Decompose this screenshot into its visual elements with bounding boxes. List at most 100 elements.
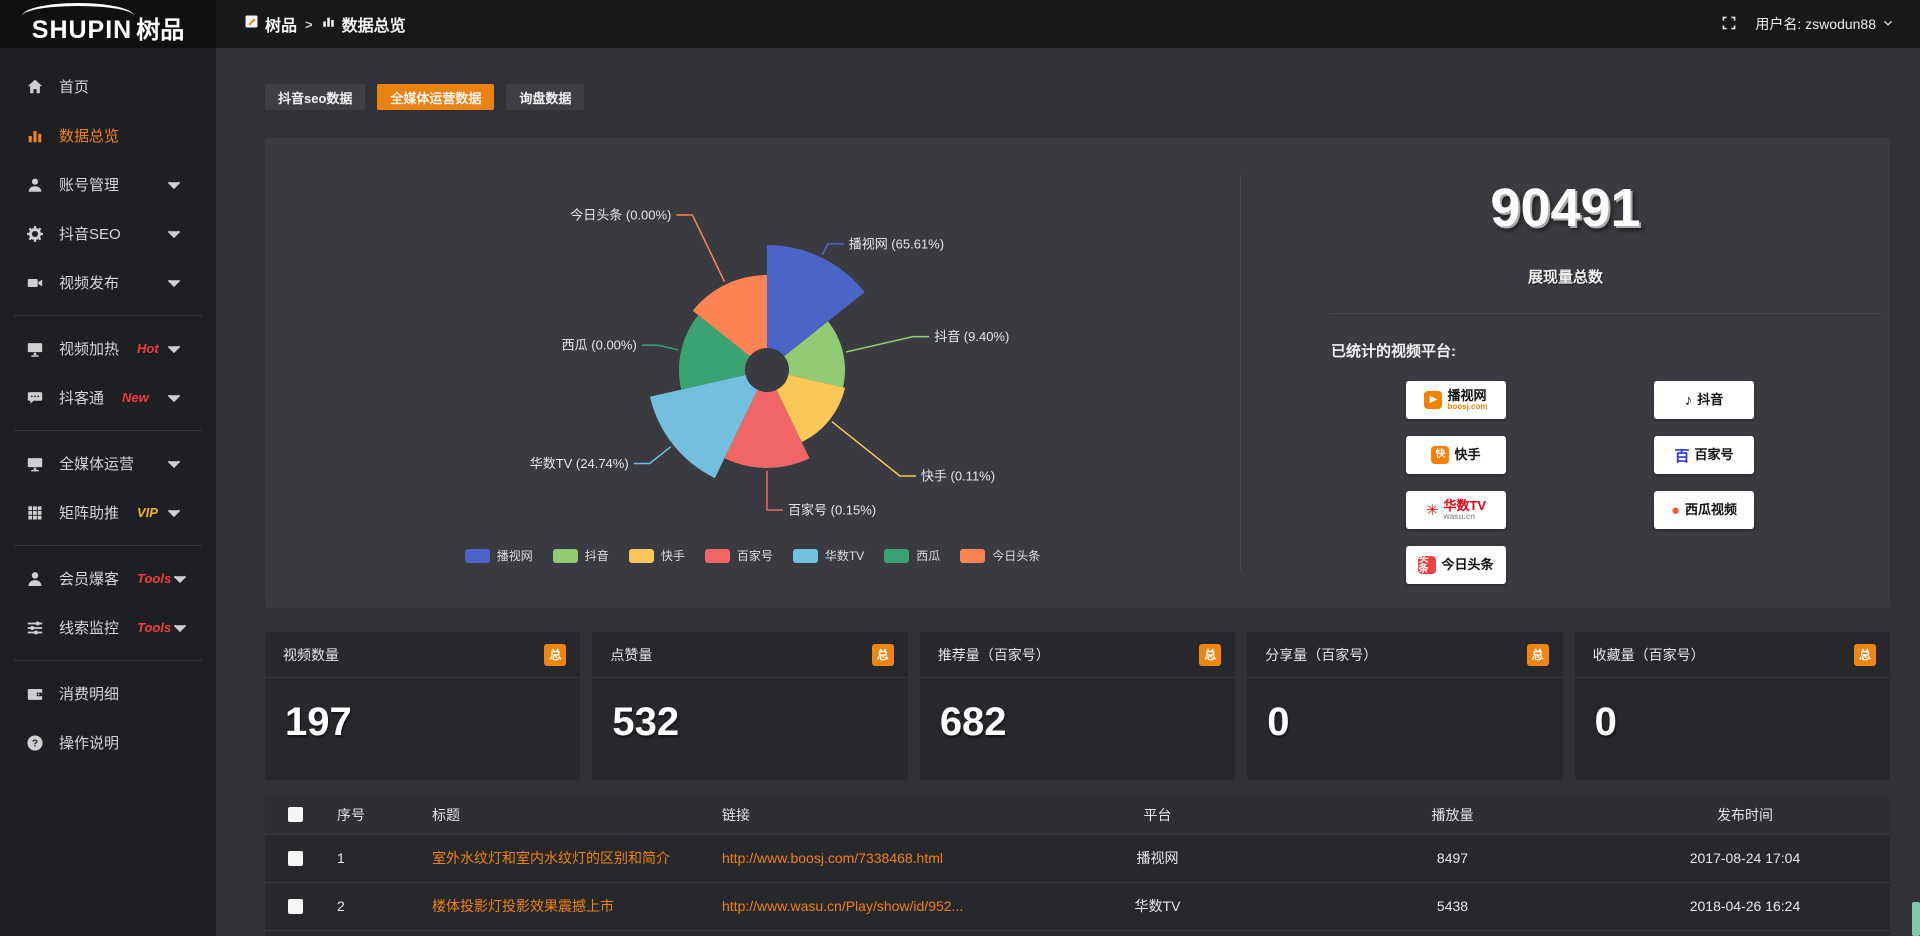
sidebar-item-badge: VIP [137,505,158,520]
username-label: 用户名: zswodun88 [1755,14,1876,34]
sidebar-item-label: 抖音SEO [59,223,121,244]
sidebar-item-badge: Hot [137,341,159,356]
legend-item[interactable]: 快手 [629,547,685,564]
sidebar-item-label: 视频发布 [59,272,119,293]
select-all-checkbox[interactable] [288,807,303,822]
sidebar-divider [14,545,202,546]
bar-chart-icon [26,127,44,145]
platform-text: 快手 [1454,448,1480,462]
legend-item[interactable]: 今日头条 [960,547,1040,564]
fullscreen-icon[interactable] [1721,15,1737,34]
pie-label: 今日头条 (0.00%) [570,208,671,223]
legend-item[interactable]: 百家号 [705,547,773,564]
sidebar-item-user[interactable]: 账号管理 [0,160,216,209]
breadcrumb-page-label: 数据总览 [342,12,406,36]
legend-swatch [465,549,490,563]
legend-item[interactable]: 播视网 [465,547,533,564]
legend-label: 百家号 [737,547,773,564]
sidebar-item-grid[interactable]: 矩阵助推VIP [0,488,216,537]
platform-name: 抖音 [1697,393,1723,407]
stat-card-badge[interactable]: 总 [1199,644,1221,666]
screen-play-icon [26,340,44,358]
pie-label: 播视网 (65.61%) [849,236,944,251]
chevron-down-icon [171,570,189,588]
row-checkbox[interactable] [288,851,303,866]
legend-label: 快手 [661,547,685,564]
row-checkbox[interactable] [288,899,303,914]
stat-card-value: 0 [1247,678,1562,745]
legend-item[interactable]: 抖音 [553,547,609,564]
row-index [325,930,420,936]
chevron-down-icon [165,225,183,243]
sidebar: SHUPIN 树品 首页数据总览账号管理抖音SEO 视频发布视频加热 Hot 抖客通N… [0,0,216,936]
legend-item[interactable]: 华数TV [793,547,864,564]
pie-label-line [832,422,916,476]
sidebar-item-badge: New [122,390,149,405]
summary-divider [1329,313,1882,314]
platform-text: 今日头条 [1441,558,1493,572]
sidebar-item-question[interactable]: ?操作说明 [0,718,216,767]
sidebar-item-home[interactable]: 首页 [0,62,216,111]
sidebar-item-screen[interactable]: 视频加热 Hot [0,324,216,373]
sidebar-item-chart[interactable]: 数据总览 [0,111,216,160]
breadcrumb-page[interactable]: 数据总览 [321,12,406,36]
sidebar-item-user2[interactable]: 会员爆客Tools [0,554,216,603]
sidebar-item-sliders[interactable]: 线索监控Tools [0,603,216,652]
row-index: 2 [325,882,420,930]
legend-swatch [629,549,654,563]
table-row [265,930,1890,936]
chat-bubble-icon [26,389,44,407]
tab-抖音seo数据[interactable]: 抖音seo数据 [265,84,365,110]
stat-card-title: 点赞量 [610,645,652,665]
sidebar-divider [14,315,202,316]
tab-询盘数据[interactable]: 询盘数据 [506,84,584,110]
stat-card-title: 收藏量（百家号） [1593,645,1705,665]
row-url-link [710,930,1010,936]
stat-card-badge[interactable]: 总 [544,644,566,666]
table-header: 序号 [325,796,420,834]
sidebar-item-monitor[interactable]: 全媒体运营 [0,439,216,488]
row-title-link[interactable]: 楼体投影灯投影效果震撼上市 [420,882,710,930]
sidebar-item-badge: Tools [137,571,171,586]
brand-logo[interactable]: SHUPIN 树品 [0,0,216,48]
sidebar-divider [14,660,202,661]
tab-全媒体运营数据[interactable]: 全媒体运营数据 [377,84,494,110]
sidebar-item-wallet[interactable]: 消费明细 [0,669,216,718]
stat-card: 点赞量总532 [592,632,907,780]
pie-label: 抖音 (9.40%) [934,329,1009,344]
sidebar-item-label: 账号管理 [59,174,119,195]
chevron-down-icon [165,455,183,473]
stat-card-value: 0 [1575,678,1890,745]
stat-card-badge[interactable]: 总 [1854,644,1876,666]
row-url-link[interactable]: http://www.wasu.cn/Play/show/id/952... [710,882,1010,930]
sidebar-item-video[interactable]: 视频发布 [0,258,216,307]
platform-text: 抖音 [1697,393,1723,407]
legend-item[interactable]: 西瓜 [884,547,940,564]
bar-chart-icon [321,14,336,34]
sidebar-item-badge: Tools [137,620,171,635]
sidebar-item-gear[interactable]: 抖音SEO [0,209,216,258]
platform-logo-今日头条: 头条今日头条 [1406,546,1506,584]
breadcrumb-site[interactable]: 树品 [244,12,297,36]
user-menu[interactable]: 用户名: zswodun88 [1755,14,1894,34]
legend-swatch [793,549,818,563]
platform-glyph-icon: 快 [1431,446,1449,464]
row-title-link[interactable]: 室外水纹灯和室内水纹灯的区别和简介 [420,834,710,882]
chevron-down-icon [1882,16,1894,32]
stat-card: 收藏量（百家号） 总 0 [1575,632,1890,780]
video-table: 序号标题链接平台播放量发布时间 1室外水纹灯和室内水纹灯的区别和简介http:/… [265,796,1890,936]
platforms-title: 已统计的视频平台: [1331,340,1890,361]
legend-label: 西瓜 [916,547,940,564]
sidebar-item-chat[interactable]: 抖客通New [0,373,216,422]
sidebar-item-label: 视频加热 [59,338,119,359]
stat-card-badge[interactable]: 总 [1527,644,1549,666]
sidebar-item-label: 操作说明 [59,732,119,753]
row-url-link[interactable]: http://www.boosj.com/7338468.html [710,834,1010,882]
stat-card-badge[interactable]: 总 [872,644,894,666]
main-content: 抖音seo数据全媒体运营数据询盘数据 播视网 (65.61%) 抖音 (9.40%… [216,48,1920,936]
site-icon [244,14,259,34]
legend-label: 播视网 [497,547,533,564]
page-scrollbar-thumb[interactable] [1912,902,1920,936]
pie-label: 西瓜 (0.00%) [562,338,637,353]
table-header: 播放量 [1305,796,1600,834]
